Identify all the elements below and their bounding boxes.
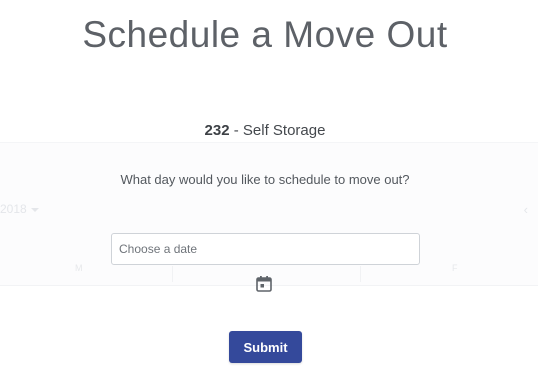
- unit-separator: -: [229, 122, 243, 139]
- background-calendar-divider: [172, 266, 173, 282]
- move-out-page: 2018 ‹ M F Schedule a Move Out 232 - Sel…: [0, 0, 538, 388]
- page-title: Schedule a Move Out: [82, 14, 448, 55]
- background-calendar-dayhead: M: [75, 263, 83, 273]
- unit-number: 232: [204, 122, 230, 139]
- submit-button[interactable]: Submit: [229, 331, 302, 363]
- unit-name: Self Storage: [242, 122, 326, 139]
- unit-info: 232 - Self Storage: [0, 122, 530, 139]
- calendar-icon[interactable]: [255, 275, 273, 293]
- chevron-left-icon: ‹: [523, 202, 528, 217]
- background-calendar-dayhead: F: [452, 263, 458, 273]
- move-out-question: What day would you like to schedule to m…: [120, 172, 410, 187]
- date-input[interactable]: [111, 233, 420, 265]
- background-calendar-year: 2018: [0, 202, 39, 216]
- background-calendar-year-label: 2018: [0, 202, 27, 216]
- background-calendar-divider: [360, 266, 361, 282]
- caret-down-icon: [30, 207, 39, 212]
